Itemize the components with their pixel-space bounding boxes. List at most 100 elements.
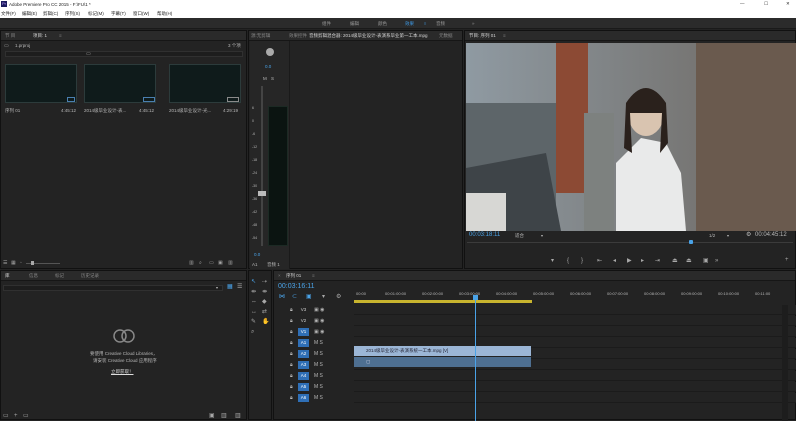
track-select-tool-icon[interactable]: ⇢ [262,279,267,285]
program-scrub-bar[interactable] [467,242,793,243]
tab-source[interactable]: 源:无剪辑 [251,33,270,39]
program-current-timecode[interactable]: 00:03:18:11 [469,232,500,238]
linked-selection-icon[interactable]: ⊂ [292,294,297,300]
automate-icon[interactable]: ▥ [189,260,194,266]
program-playhead[interactable] [689,240,693,244]
track-target-a3[interactable]: A3 [298,361,309,369]
hand-tool-icon[interactable]: ✋ [262,319,269,325]
workspace-more-button[interactable]: » [472,21,475,26]
delete-icon[interactable]: ▥ [235,413,241,419]
lock-icon[interactable]: 🔒︎ [290,318,293,324]
go-to-in-icon[interactable]: ⇤ [597,258,602,264]
timeline-scrollbar[interactable] [782,305,788,421]
pan-knob[interactable] [266,48,274,56]
lift-icon[interactable]: ⏏ [672,258,678,264]
lock-icon[interactable]: 🔒︎ [290,329,293,335]
mark-in-icon[interactable]: { [567,258,569,264]
lock-icon[interactable]: 🔒︎ [290,384,293,390]
video-clip[interactable]: 2014级毕业设计-表演系统一工本.mpg [V] [354,346,531,356]
program-menu-icon[interactable]: ≡ [503,33,506,38]
selection-tool-icon[interactable]: ↖ [251,279,256,285]
pen-tool-icon[interactable]: ✎ [251,319,256,325]
rolling-edit-tool-icon[interactable]: ⇼ [262,289,267,295]
workspace-effects[interactable]: 效果 [405,21,414,27]
tab-program-monitor[interactable]: 节目: 序列 01 [469,33,496,39]
chevron-down-icon[interactable]: ▾ [541,233,543,238]
workspace-editing[interactable]: 编辑 [350,21,359,27]
playhead-handle[interactable] [473,295,478,300]
track-target-a1[interactable]: A1 [298,339,309,347]
track-mute-solo-icon[interactable]: M S [314,351,323,357]
menu-title[interactable]: 字幕(T) [111,11,126,17]
track-mute-solo-icon[interactable]: M S [314,362,323,368]
tab-project[interactable]: 项目: 1 [33,33,47,39]
export-frame-icon[interactable]: ▣ [703,258,709,264]
lock-icon[interactable]: 🔒︎ [290,395,293,401]
lock-icon[interactable]: 🔒︎ [290,307,293,313]
grid-view-icon[interactable]: ▦ [227,284,233,290]
slide-tool-icon[interactable]: ⇄ [262,309,267,315]
lock-icon[interactable]: 🔒︎ [290,362,293,368]
library-select[interactable] [3,285,223,291]
lock-icon[interactable]: 🔒︎ [290,351,293,357]
wrench-icon[interactable]: ⚙ [336,294,341,300]
close-button[interactable]: ✕ [786,1,790,7]
new-bin-icon[interactable]: ▭ [209,260,214,266]
close-sequence-icon[interactable]: × [278,273,281,278]
icon-view-icon[interactable]: ▦ [11,260,16,266]
workspace-audio[interactable]: 音频 [436,21,445,27]
tab-metadata[interactable]: 元数据 [439,33,453,39]
zoom-fit-select[interactable]: 适合 [515,233,524,239]
timeline-playhead[interactable] [475,295,476,421]
go-to-out-icon[interactable]: ⇥ [655,258,660,264]
snap-icon[interactable]: ⋈ [279,294,285,300]
track-lane[interactable] [354,393,796,403]
track-lane[interactable] [354,327,796,337]
marker-icon[interactable]: ▾ [322,294,325,300]
track-mute-solo-icon[interactable]: M S [314,340,323,346]
chevron-down-icon[interactable]: ▾ [216,285,218,290]
list-view-icon[interactable]: ☰ [237,284,242,290]
menu-file[interactable]: 文件(F) [1,11,16,17]
mark-out-icon[interactable]: } [581,258,583,264]
play-icon[interactable]: ▶ [627,258,632,264]
menu-clip[interactable]: 剪辑(C) [43,11,58,17]
maximize-button[interactable]: ☐ [764,1,768,7]
track-target-v3[interactable]: V3 [298,306,309,314]
zoom-slider-handle[interactable] [31,261,34,265]
tab-libraries[interactable]: 库 [5,273,10,279]
track-visibility-icon[interactable]: ▣ ◉ [314,329,324,335]
list-view-icon[interactable]: ☰ [3,260,7,266]
audio-clip[interactable]: ▢ [354,357,531,367]
minimize-button[interactable]: — [740,1,745,6]
zoom-tool-icon[interactable]: ⌕ [251,329,254,335]
workspace-color[interactable]: 颜色 [378,21,387,27]
new-bin-icon[interactable]: ▭ [86,51,91,57]
timeline-current-timecode[interactable]: 00:03:16:11 [278,283,314,290]
track-mute-solo-icon[interactable]: M S [314,395,323,401]
menu-window[interactable]: 窗口(W) [133,11,149,17]
lock-icon[interactable]: 🔒︎ [290,340,293,346]
track-lane[interactable] [354,316,796,326]
volume-fader-handle[interactable] [258,191,266,196]
workspace-assembly[interactable]: 组件 [322,21,331,27]
add-button-icon[interactable]: + [785,257,789,263]
track-visibility-icon[interactable]: ▣ ◉ [314,318,324,324]
tab-program[interactable]: 节 目 [5,33,15,39]
tab-markers[interactable]: 标记 [55,273,64,279]
step-forward-icon[interactable]: ▸ [641,258,644,264]
menu-edit[interactable]: 编辑(E) [22,11,37,17]
chevron-down-icon[interactable]: ▾ [727,233,729,238]
new-item-icon[interactable]: ▣ [218,260,223,266]
track-mute-solo-icon[interactable]: M S [314,373,323,379]
track-lane[interactable] [354,305,796,315]
solo-button[interactable]: S [271,76,274,81]
library-sync-icon[interactable]: ▭ [3,413,9,419]
track-visibility-icon[interactable]: ▣ ◉ [314,307,324,313]
slip-tool-icon[interactable]: ↔ [251,309,257,315]
find-icon[interactable]: ⌕ [199,260,202,266]
tab-audio-clip-mixer[interactable]: 音频剪辑混合器: 2014级毕业设计-表演系毕业第一工本.mpg [309,33,428,39]
cc-market-icon[interactable]: ▥ [221,413,227,419]
project-menu-icon[interactable]: ≡ [59,33,62,38]
tab-history[interactable]: 历史记录 [81,273,99,279]
